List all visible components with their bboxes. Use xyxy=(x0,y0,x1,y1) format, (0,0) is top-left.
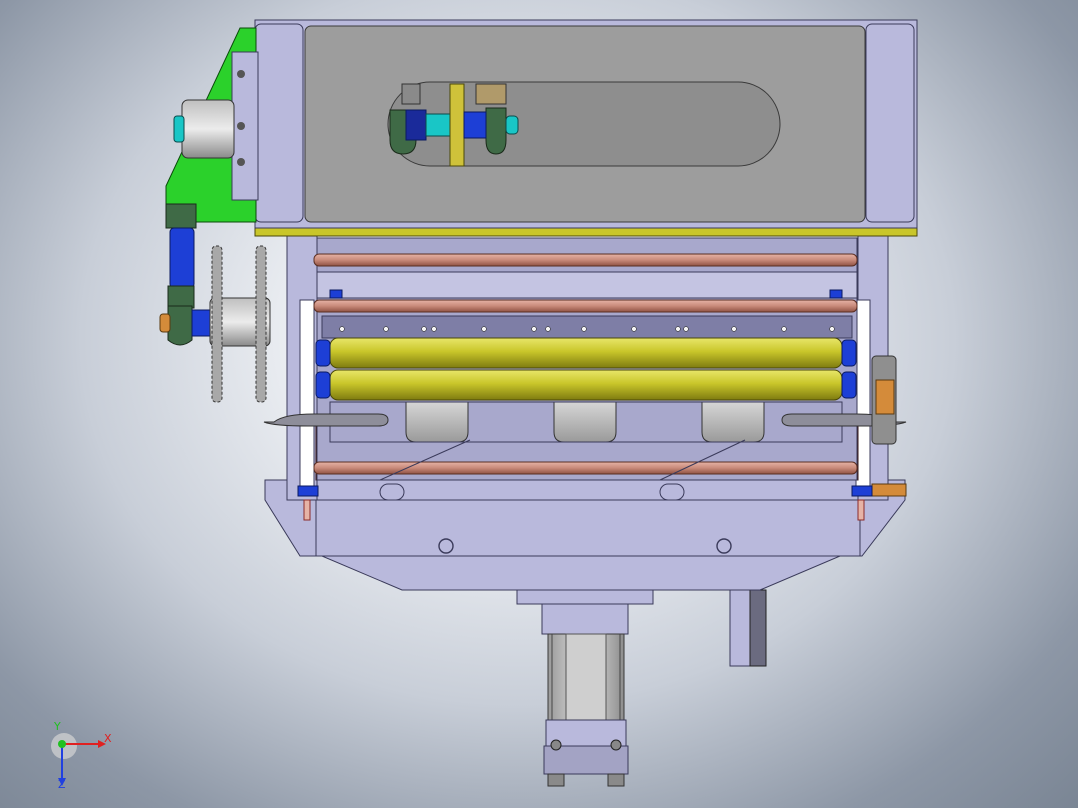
z-axis-label: Z xyxy=(58,778,66,791)
drive-gear-right[interactable] xyxy=(871,355,897,445)
sprocket-right[interactable] xyxy=(255,245,267,403)
x-axis-label: X xyxy=(104,732,112,745)
lower-frame[interactable] xyxy=(264,479,906,591)
orientation-triad: X Y Z xyxy=(50,720,120,792)
sprocket-left[interactable] xyxy=(211,245,223,403)
crossbar xyxy=(316,271,858,299)
y-axis-dot xyxy=(58,740,66,748)
y-axis-label: Y xyxy=(54,720,61,733)
perforated-plate xyxy=(321,315,853,339)
upper-feed-roller[interactable] xyxy=(315,337,857,369)
side-bracket-right[interactable] xyxy=(729,589,767,667)
top-cover[interactable] xyxy=(254,19,918,229)
motor-pulley-upper[interactable] xyxy=(173,99,235,159)
release-handle-left[interactable] xyxy=(263,413,389,427)
tension-arm[interactable] xyxy=(165,203,197,309)
graphics-viewport[interactable]: X Y Z xyxy=(0,0,1078,808)
cad-model[interactable] xyxy=(0,0,1078,808)
air-cylinder[interactable] xyxy=(516,589,654,787)
lower-feed-roller[interactable] xyxy=(315,369,857,401)
